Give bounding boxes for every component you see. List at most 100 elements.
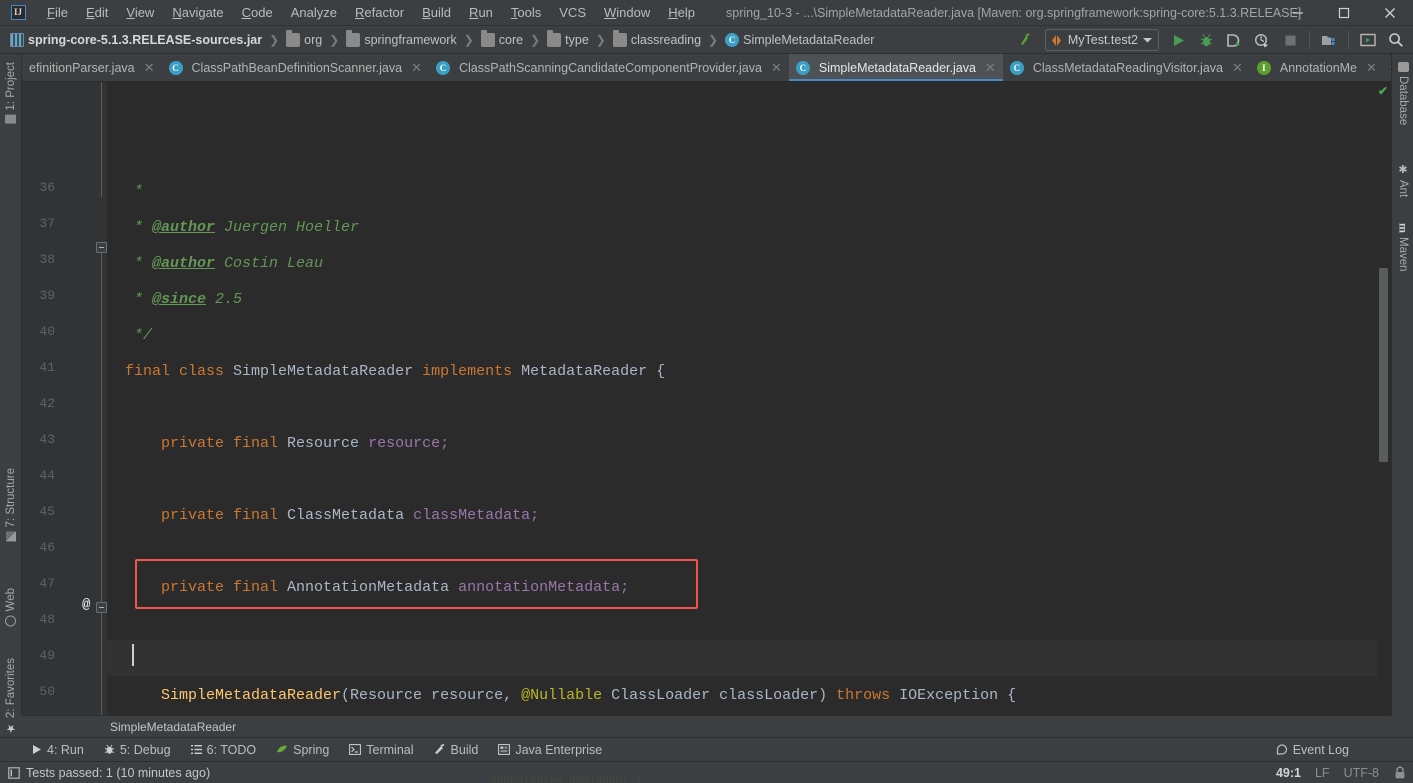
code-token: * [107,255,153,272]
editor-tab-4[interactable]: C ClassMetadataReadingVisitor.java ✕ [1003,54,1250,81]
sidebar-item-web[interactable]: Web [0,584,22,630]
editor-tab-3[interactable]: C SimpleMetadataReader.java ✕ [788,54,1003,81]
editor-tab-0[interactable]: efinitionParser.java ✕ [22,54,162,81]
breadcrumb-item-class[interactable]: C SimpleMetadataReader [723,32,876,48]
star-icon: ★ [5,722,18,736]
profile-button[interactable] [1249,28,1275,52]
intellij-logo-icon: IJ [10,5,26,20]
javadoc-tag[interactable]: @author [152,219,215,236]
breadcrumb-item-core[interactable]: core [479,29,525,48]
menu-item-vcs[interactable]: VCS [550,3,595,22]
code-token: classMetadata; [413,507,540,524]
javadoc-tag[interactable]: @author [152,255,215,272]
interface-icon: I [1256,60,1271,75]
fold-toggle-50[interactable] [96,602,107,613]
javadoc-tag[interactable]: @since [152,291,206,308]
folder-icon [346,29,361,47]
editor-tab-1[interactable]: C ClassPathBeanDefinitionScanner.java ✕ [162,54,429,81]
tool-window-todo[interactable]: 6: TODO [181,741,267,759]
menu-item-edit[interactable]: Edit [77,3,117,22]
sidebar-item-ant[interactable]: ✱ Ant [1392,159,1413,201]
menu-item-build[interactable]: Build [413,3,460,22]
editor-breadcrumb-label[interactable]: SimpleMetadataReader [110,720,236,734]
search-everywhere-icon[interactable] [1383,28,1409,52]
breadcrumb-item-springframework[interactable]: springframework [344,29,458,48]
code-token: final class [125,363,225,380]
stop-button[interactable] [1277,28,1303,52]
close-icon[interactable]: ✕ [411,60,422,76]
annotation-gutter-marker[interactable]: @ [82,597,90,613]
event-log-button[interactable]: Event Log [1276,743,1349,757]
close-button[interactable] [1367,0,1413,26]
sidebar-item-project[interactable]: 1: Project [0,58,22,128]
breadcrumb-item-jar[interactable]: spring-core-5.1.3.RELEASE-sources.jar [8,32,264,48]
menu-item-code[interactable]: Code [233,3,282,22]
idea-window: IJ File Edit View Navigate Code Analyze … [0,0,1413,783]
fold-toggle-40[interactable] [96,242,107,253]
breadcrumb-item-type[interactable]: type [545,29,591,48]
tab-overflow-button[interactable]: 6 [1384,54,1391,81]
close-icon[interactable]: ✕ [1232,60,1243,76]
web-icon [5,615,17,627]
tool-window-build[interactable]: Build [424,741,489,759]
breadcrumb-label: core [498,32,524,47]
sidebar-item-structure[interactable]: 7: Structure [0,464,22,545]
file-encoding[interactable]: UTF-8 [1344,766,1379,780]
tool-window-debug[interactable]: 5: Debug [94,741,181,759]
line-number: 50 [39,684,55,699]
settings-button[interactable] [1355,28,1381,52]
folder-icon [480,29,495,47]
close-icon[interactable]: ✕ [771,60,782,76]
lock-icon[interactable] [1393,766,1407,780]
tool-window-terminal[interactable]: Terminal [339,741,423,759]
menu-item-navigate[interactable]: Navigate [163,3,232,22]
minimize-button[interactable] [1275,0,1321,26]
menu-item-window[interactable]: Window [595,3,659,22]
tool-window-java-enterprise[interactable]: Java Enterprise [488,741,612,759]
navigation-bar: spring-core-5.1.3.RELEASE-sources.jar ❯ … [0,26,1413,54]
status-message[interactable]: Tests passed: 1 (10 minutes ago) [0,766,210,780]
close-icon[interactable]: ✕ [144,60,155,76]
sidebar-item-favorites[interactable]: ★ 2: Favorites [0,654,22,739]
menu-item-refactor[interactable]: Refactor [346,3,413,22]
code-text-area[interactable]: * * @author Juergen Hoeller * @author Co… [107,82,1391,715]
tool-window-label: 6: TODO [206,742,257,757]
close-icon[interactable]: ✕ [985,60,996,76]
code-editor[interactable]: 36 37 38 39 40 41 42 43 44 45 46 47 48 4… [22,82,1391,715]
tool-window-spring[interactable]: Spring [266,741,339,759]
code-token: annotationMetadata; [458,579,630,596]
sidebar-item-maven[interactable]: m Maven [1392,219,1413,276]
menu-item-view[interactable]: View [117,3,163,22]
build-icon[interactable] [1013,28,1039,52]
project-structure-button[interactable] [1316,28,1342,52]
menu-file-rest: ile [54,5,68,20]
breadcrumb-separator: ❯ [595,32,606,47]
menu-item-analyze[interactable]: Analyze [282,3,346,22]
menu-item-tools[interactable]: Tools [502,3,550,22]
line-separator[interactable]: LF [1315,766,1330,780]
menu-item-help[interactable]: Help [659,3,704,22]
tool-window-run[interactable]: 4: Run [22,741,94,759]
maximize-button[interactable] [1321,0,1367,26]
debug-button[interactable] [1193,28,1219,52]
caret-position[interactable]: 49:1 [1276,766,1301,780]
editor-tab-2[interactable]: C ClassPathScanningCandidateComponentPro… [429,54,789,81]
menu-item-file[interactable]: File [38,3,77,22]
scrollbar-thumb[interactable] [1379,268,1388,462]
sidebar-item-database[interactable]: Database [1392,58,1413,129]
close-icon[interactable]: ✕ [1366,60,1377,76]
editor-tab-5[interactable]: I AnnotationMe ✕ [1250,54,1384,81]
line-number: 43 [39,432,55,447]
run-configuration-selector[interactable]: MyTest.test2 [1044,29,1159,51]
breadcrumb-label: SimpleMetadataReader [743,32,875,47]
editor-gutter[interactable]: 36 37 38 39 40 41 42 43 44 45 46 47 48 4… [22,82,107,715]
breadcrumb-item-classreading[interactable]: classreading [611,29,703,48]
run-with-coverage-button[interactable] [1221,28,1247,52]
tool-window-label: 5: Debug [119,742,171,757]
editor-scrollbar[interactable]: ✔ [1377,82,1391,715]
menu-item-run[interactable]: Run [460,3,502,22]
run-button[interactable] [1165,28,1191,52]
event-log-icon [1276,743,1287,755]
breadcrumb-item-org[interactable]: org [284,29,324,48]
